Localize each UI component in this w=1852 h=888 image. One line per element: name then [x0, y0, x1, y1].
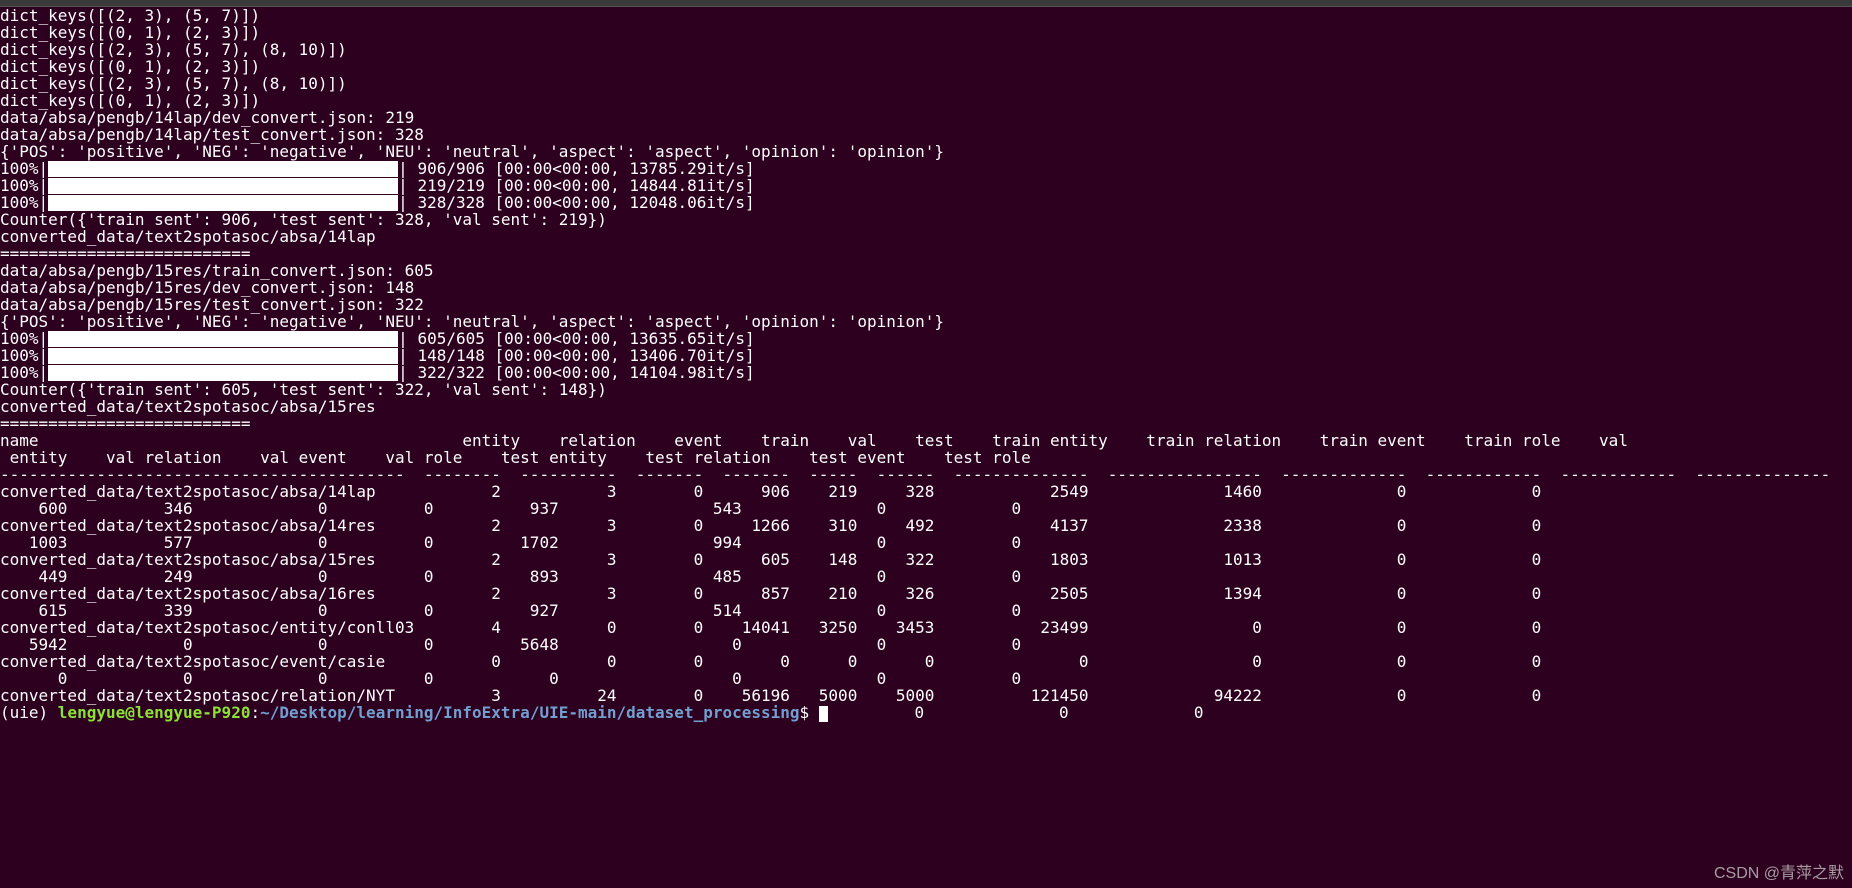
progress-line: 100%|| 605/605 [00:00<00:00, 13635.65it/… — [0, 330, 1852, 347]
terminal-line: converted_data/text2spotasoc/event/casie… — [0, 653, 1852, 670]
terminal-line: dict_keys([(0, 1), (2, 3)]) — [0, 58, 1852, 75]
terminal-line: converted_data/text2spotasoc/absa/14lap … — [0, 483, 1852, 500]
terminal-line: converted_data/text2spotasoc/absa/14res … — [0, 517, 1852, 534]
terminal-line: data/absa/pengb/15res/dev_convert.json: … — [0, 279, 1852, 296]
terminal-line: ----------------------------------------… — [0, 466, 1852, 483]
progress-bar — [48, 195, 398, 211]
progress-line: 100%|| 148/148 [00:00<00:00, 13406.70it/… — [0, 347, 1852, 364]
progress-line: 100%|| 322/322 [00:00<00:00, 14104.98it/… — [0, 364, 1852, 381]
terminal-line: 615 339 0 0 927 514 0 0 — [0, 602, 1852, 619]
terminal-line: converted_data/text2spotasoc/absa/16res … — [0, 585, 1852, 602]
progress-bar — [48, 161, 398, 177]
terminal-line: data/absa/pengb/15res/train_convert.json… — [0, 262, 1852, 279]
cursor — [819, 706, 828, 722]
progress-line: 100%|| 328/328 [00:00<00:00, 12048.06it/… — [0, 194, 1852, 211]
terminal-line: dict_keys([(2, 3), (5, 7), (8, 10)]) — [0, 41, 1852, 58]
terminal-line: Counter({'train sent': 605, 'test sent':… — [0, 381, 1852, 398]
terminal-line: dict_keys([(2, 3), (5, 7)]) — [0, 7, 1852, 24]
terminal-line: ========================== — [0, 245, 1852, 262]
terminal-line: 600 346 0 0 937 543 0 0 — [0, 500, 1852, 517]
terminal-line: converted_data/text2spotasoc/absa/14lap — [0, 228, 1852, 245]
terminal-line: name entity relation event train val tes… — [0, 432, 1852, 449]
terminal-line: data/absa/pengb/14lap/test_convert.json:… — [0, 126, 1852, 143]
terminal-line: converted_data/text2spotasoc/relation/NY… — [0, 687, 1852, 704]
terminal-output[interactable]: dict_keys([(2, 3), (5, 7)])dict_keys([(0… — [0, 7, 1852, 722]
progress-bar — [48, 331, 398, 347]
terminal-line: data/absa/pengb/15res/test_convert.json:… — [0, 296, 1852, 313]
watermark: CSDN @青萍之默 — [1714, 865, 1844, 882]
terminal-line: converted_data/text2spotasoc/entity/conl… — [0, 619, 1852, 636]
user-host: lengyue@lengyue-P920 — [58, 703, 251, 722]
terminal-line: converted_data/text2spotasoc/absa/15res … — [0, 551, 1852, 568]
terminal-line: data/absa/pengb/14lap/dev_convert.json: … — [0, 109, 1852, 126]
progress-bar — [48, 365, 398, 381]
prompt-line[interactable]: (uie) lengyue@lengyue-P920:~/Desktop/lea… — [0, 704, 1852, 722]
terminal-line: {'POS': 'positive', 'NEG': 'negative', '… — [0, 143, 1852, 160]
terminal-line: entity val relation val event val role t… — [0, 449, 1852, 466]
terminal-line: Counter({'train sent': 906, 'test sent':… — [0, 211, 1852, 228]
terminal-line: ========================== — [0, 415, 1852, 432]
cwd-path: ~/Desktop/learning/InfoExtra/UIE-main/da… — [260, 703, 799, 722]
progress-bar — [48, 348, 398, 364]
terminal-line: {'POS': 'positive', 'NEG': 'negative', '… — [0, 313, 1852, 330]
terminal-line: 449 249 0 0 893 485 0 0 — [0, 568, 1852, 585]
menu-bar — [0, 0, 1852, 7]
terminal-line: dict_keys([(0, 1), (2, 3)]) — [0, 92, 1852, 109]
terminal-line: 5942 0 0 0 5648 0 0 0 — [0, 636, 1852, 653]
progress-bar — [48, 178, 398, 194]
terminal-line: 1003 577 0 0 1702 994 0 0 — [0, 534, 1852, 551]
progress-line: 100%|| 219/219 [00:00<00:00, 14844.81it/… — [0, 177, 1852, 194]
terminal-line: converted_data/text2spotasoc/absa/15res — [0, 398, 1852, 415]
terminal-line: dict_keys([(2, 3), (5, 7), (8, 10)]) — [0, 75, 1852, 92]
terminal-line: 0 0 0 0 0 0 0 0 — [0, 670, 1852, 687]
terminal-line: dict_keys([(0, 1), (2, 3)]) — [0, 24, 1852, 41]
progress-line: 100%|| 906/906 [00:00<00:00, 13785.29it/… — [0, 160, 1852, 177]
